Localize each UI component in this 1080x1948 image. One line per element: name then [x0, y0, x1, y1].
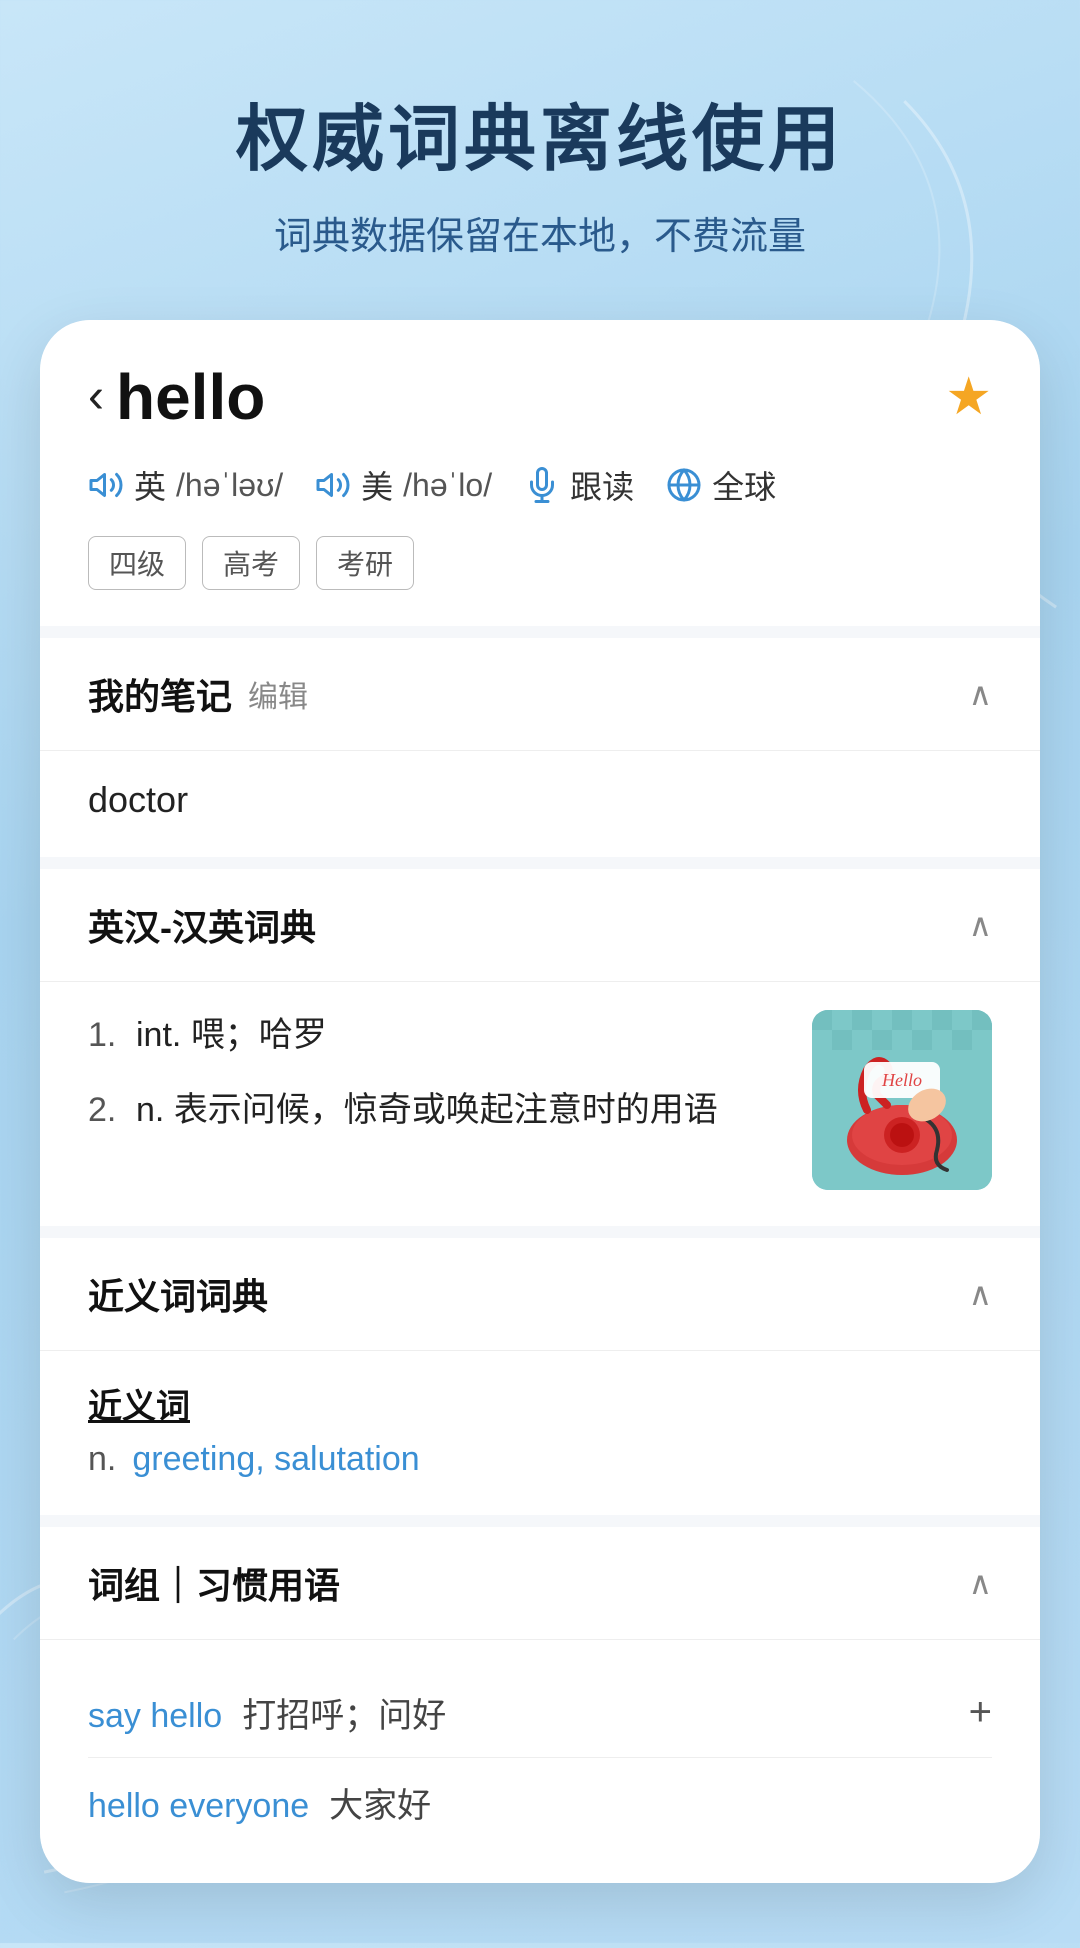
en-zh-dict-header: 英汉-汉英词典 ∧	[40, 869, 1040, 982]
hello-illustration-svg: Hello	[812, 1010, 992, 1190]
entry-1-pos: int.	[136, 1016, 191, 1054]
my-notes-title: 我的笔记	[88, 668, 232, 720]
my-notes-section: 我的笔记 编辑 ∧ doctor	[40, 638, 1040, 857]
entry-2-meaning: 表示问候，惊奇或唤起注意时的用语	[174, 1091, 718, 1129]
dict-entries-list: 1. int. 喂；哈罗 2. n. 表示问候，惊奇或唤起注意时的用语	[88, 1010, 788, 1160]
follow-read-button[interactable]: 跟读	[524, 462, 634, 508]
synonym-word-label: 近义词	[88, 1379, 992, 1428]
my-notes-edit-button[interactable]: 编辑	[248, 672, 308, 716]
my-notes-header: 我的笔记 编辑 ∧	[40, 638, 1040, 751]
follow-read-label: 跟读	[570, 462, 634, 508]
global-icon	[666, 467, 702, 503]
phrase-item-1: say hello 打招呼；问好 +	[88, 1668, 992, 1758]
my-notes-body: doctor	[40, 751, 1040, 857]
entry-2-pos: n.	[136, 1091, 174, 1129]
phrase-2-meaning: 大家好	[329, 1778, 431, 1827]
phrase-1-left: say hello 打招呼；问好	[88, 1688, 446, 1737]
phrases-body: say hello 打招呼；问好 + hello everyone 大家好	[40, 1640, 1040, 1883]
phrase-item-2: hello everyone 大家好	[88, 1758, 992, 1847]
entry-1-meaning: 喂；哈罗	[191, 1016, 327, 1054]
favorite-star-icon[interactable]: ★	[945, 367, 992, 427]
tag-gaokao: 高考	[202, 536, 300, 590]
pronunciations-row: 英 /həˈləʊ/ 美 /həˈlo/	[88, 462, 992, 508]
tag-cet4: 四级	[88, 536, 186, 590]
hero-title: 权威词典离线使用	[40, 80, 1040, 185]
word-header: ‹ hello ★ 英 /həˈləʊ/	[40, 320, 1040, 626]
en-zh-dict-section: 英汉-汉英词典 ∧ 1. int. 喂；哈罗 2.	[40, 869, 1040, 1226]
phrase-1-add-icon[interactable]: +	[969, 1690, 992, 1735]
en-zh-dict-title: 英汉-汉英词典	[88, 899, 316, 951]
american-label: 美	[361, 462, 393, 508]
word-title: hello	[116, 360, 265, 434]
british-speaker-icon	[88, 467, 124, 503]
entry-1-num: 1.	[88, 1010, 124, 1061]
synonyms-body: 近义词 n. greeting, salutation	[40, 1351, 1040, 1515]
microphone-icon	[524, 467, 560, 503]
global-button[interactable]: 全球	[666, 462, 776, 508]
dictionary-card: ‹ hello ★ 英 /həˈləʊ/	[40, 320, 1040, 1883]
british-phonetic: /həˈləʊ/	[176, 467, 283, 504]
phrases-section: 词组｜习惯用语 ∧ say hello 打招呼；问好 + hello every…	[40, 1527, 1040, 1883]
synonym-pos: n.	[88, 1440, 116, 1479]
synonyms-section: 近义词词典 ∧ 近义词 n. greeting, salutation	[40, 1238, 1040, 1515]
dict-illustration: Hello	[812, 1010, 992, 1190]
entry-2-text: n. 表示问候，惊奇或唤起注意时的用语	[136, 1085, 788, 1136]
word-tags: 四级 高考 考研	[88, 536, 992, 590]
phrase-1-meaning: 打招呼；问好	[242, 1688, 446, 1737]
entry-1-text: int. 喂；哈罗	[136, 1010, 788, 1061]
american-pronunciation[interactable]: 美 /həˈlo/	[315, 462, 492, 508]
hero-subtitle: 词典数据保留在本地，不费流量	[40, 205, 1040, 260]
synonyms-chevron-icon[interactable]: ∧	[969, 1275, 992, 1313]
american-phonetic: /həˈlo/	[403, 467, 492, 504]
hero-section: 权威词典离线使用 词典数据保留在本地，不费流量	[40, 80, 1040, 260]
phrases-header: 词组｜习惯用语 ∧	[40, 1527, 1040, 1640]
tag-postgrad: 考研	[316, 536, 414, 590]
dict-entries-container: 1. int. 喂；哈罗 2. n. 表示问候，惊奇或唤起注意时的用语	[88, 1010, 992, 1190]
svg-text:Hello: Hello	[881, 1070, 922, 1090]
entry-2-num: 2.	[88, 1085, 124, 1136]
phrases-title: 词组｜习惯用语	[88, 1557, 340, 1609]
synonym-words[interactable]: greeting, salutation	[132, 1440, 419, 1479]
american-speaker-icon	[315, 467, 351, 503]
synonym-row: n. greeting, salutation	[88, 1440, 992, 1479]
global-label: 全球	[712, 462, 776, 508]
british-label: 英	[134, 462, 166, 508]
synonyms-title: 近义词词典	[88, 1268, 268, 1320]
en-zh-dict-chevron-icon[interactable]: ∧	[969, 906, 992, 944]
phrase-2-left: hello everyone 大家好	[88, 1778, 431, 1827]
note-content: doctor	[88, 779, 188, 820]
dict-entry-2: 2. n. 表示问候，惊奇或唤起注意时的用语	[88, 1085, 788, 1136]
dict-entry-1: 1. int. 喂；哈罗	[88, 1010, 788, 1061]
phrase-1-word[interactable]: say hello	[88, 1697, 222, 1736]
en-zh-dict-body: 1. int. 喂；哈罗 2. n. 表示问候，惊奇或唤起注意时的用语	[40, 982, 1040, 1226]
back-button[interactable]: ‹	[88, 373, 104, 421]
phrases-chevron-icon[interactable]: ∧	[969, 1564, 992, 1602]
synonyms-header: 近义词词典 ∧	[40, 1238, 1040, 1351]
british-pronunciation[interactable]: 英 /həˈləʊ/	[88, 462, 283, 508]
phrase-2-word[interactable]: hello everyone	[88, 1787, 309, 1826]
my-notes-chevron-icon[interactable]: ∧	[969, 675, 992, 713]
